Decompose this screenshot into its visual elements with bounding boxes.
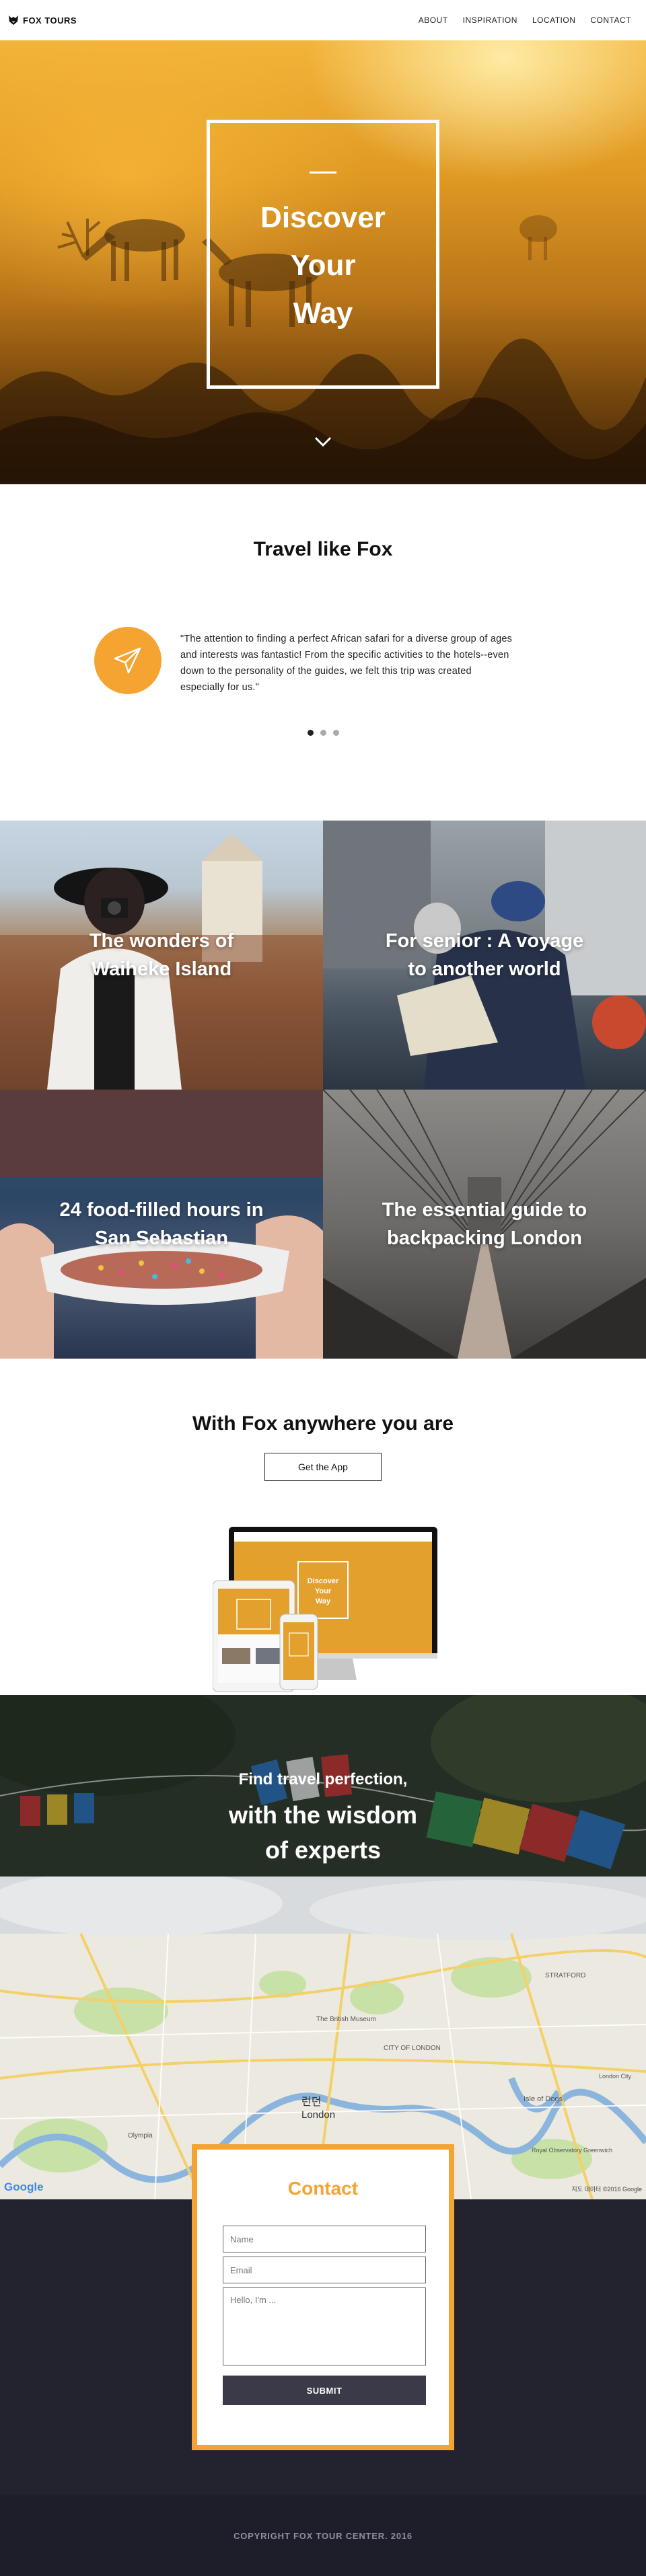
- email-field[interactable]: [223, 2257, 426, 2283]
- nav-link-location[interactable]: LOCATION: [525, 15, 583, 25]
- contact-title: Contact: [287, 2178, 359, 2199]
- section-title-app: With Fox anywhere you are: [192, 1412, 454, 1435]
- map-city-name: London: [301, 2109, 335, 2121]
- story-title: 24 food-filled hours in San Sebastian: [59, 1199, 264, 1249]
- map-attribution[interactable]: 지도 데이터 ©2016 Google: [571, 2185, 642, 2193]
- map-label-isle-of-dogs: Isle of Dogs: [524, 2095, 563, 2103]
- brand-name: FOX TOURS: [23, 15, 77, 26]
- nav-link-about[interactable]: ABOUT: [411, 15, 456, 25]
- story-tile-san-sebastian[interactable]: 24 food-filled hours in San Sebastian: [0, 1090, 323, 1359]
- map-label-olympia: Olympia: [128, 2132, 153, 2139]
- paper-plane-icon: [94, 627, 162, 694]
- message-field[interactable]: [223, 2287, 426, 2365]
- experts-subtitle: Find travel perfection,: [238, 1770, 408, 1788]
- hero-section: Discover Your Way: [0, 40, 646, 484]
- devices-mockup-image: Discover Your Way: [212, 1527, 439, 1695]
- top-navbar: FOX TOURS ABOUT INSPIRATION LOCATION CON…: [0, 0, 646, 40]
- testimonial: "The attention to finding a perfect Afri…: [94, 626, 525, 699]
- svg-text:Way: Way: [316, 1597, 331, 1605]
- get-app-button[interactable]: Get the App: [264, 1453, 382, 1481]
- story-title: The wonders of Waiheke Island: [89, 930, 234, 980]
- brand[interactable]: FOX TOURS: [8, 15, 77, 26]
- experts-title: with the wisdom of experts: [228, 1801, 417, 1864]
- submit-button[interactable]: SUBMIT: [223, 2376, 426, 2405]
- map-label-city-of-london: CITY OF LONDON: [384, 2045, 441, 2052]
- google-wordmark: Google: [4, 2181, 44, 2193]
- contact-form: Contact SUBMIT: [192, 2144, 454, 2450]
- hero-dash: [310, 172, 336, 174]
- story-tile-waiheke[interactable]: The wonders of Waiheke Island: [0, 821, 323, 1090]
- hero-frame: Discover Your Way: [207, 120, 439, 389]
- chevron-down-icon[interactable]: [314, 436, 332, 448]
- carousel-dots: [0, 730, 646, 736]
- fox-logo-icon: [9, 15, 18, 25]
- story-tile-london[interactable]: The essential guide to backpacking Londo…: [323, 1090, 646, 1359]
- nav-link-contact[interactable]: CONTACT: [583, 15, 638, 25]
- experts-banner: Find travel perfection, with the wisdom …: [0, 1695, 646, 1877]
- map-label-stratford: STRATFORD: [545, 1972, 585, 1979]
- copyright-text: COPYRIGHT FOX TOUR CENTER. 2016: [234, 2530, 412, 2541]
- stories-grid: The wonders of Waiheke Island For senior…: [0, 821, 646, 1359]
- nav-link-inspiration[interactable]: INSPIRATION: [456, 15, 525, 25]
- map-label-london-city: London City: [599, 2073, 632, 2080]
- footer: COPYRIGHT FOX TOUR CENTER. 2016: [0, 2495, 646, 2576]
- hero-title: Discover Your Way: [260, 201, 386, 330]
- carousel-dot-2[interactable]: [320, 730, 326, 736]
- story-title: The essential guide to backpacking Londo…: [382, 1199, 587, 1249]
- story-tile-senior[interactable]: For senior : A voyage to another world: [323, 821, 646, 1090]
- map-label-greenwich: Royal Observatory Greenwich: [532, 2147, 612, 2154]
- section-title-travel: Travel like Fox: [253, 538, 393, 560]
- page: FOX TOURS ABOUT INSPIRATION LOCATION CON…: [0, 0, 646, 2576]
- map-city-korean: 런던: [301, 2095, 321, 2108]
- nav-links: ABOUT INSPIRATION LOCATION CONTACT: [411, 15, 638, 25]
- google-logo[interactable]: Google: [4, 2181, 44, 2194]
- testimonial-quote: "The attention to finding a perfect Afri…: [180, 634, 513, 693]
- carousel-dot-1[interactable]: [307, 730, 314, 736]
- svg-text:Your: Your: [315, 1587, 332, 1595]
- story-title: For senior : A voyage to another world: [385, 930, 584, 980]
- name-field[interactable]: [223, 2226, 426, 2252]
- svg-text:Discover: Discover: [308, 1577, 339, 1585]
- carousel-dot-3[interactable]: [332, 730, 339, 736]
- map-label-british-museum: The British Museum: [316, 2016, 376, 2023]
